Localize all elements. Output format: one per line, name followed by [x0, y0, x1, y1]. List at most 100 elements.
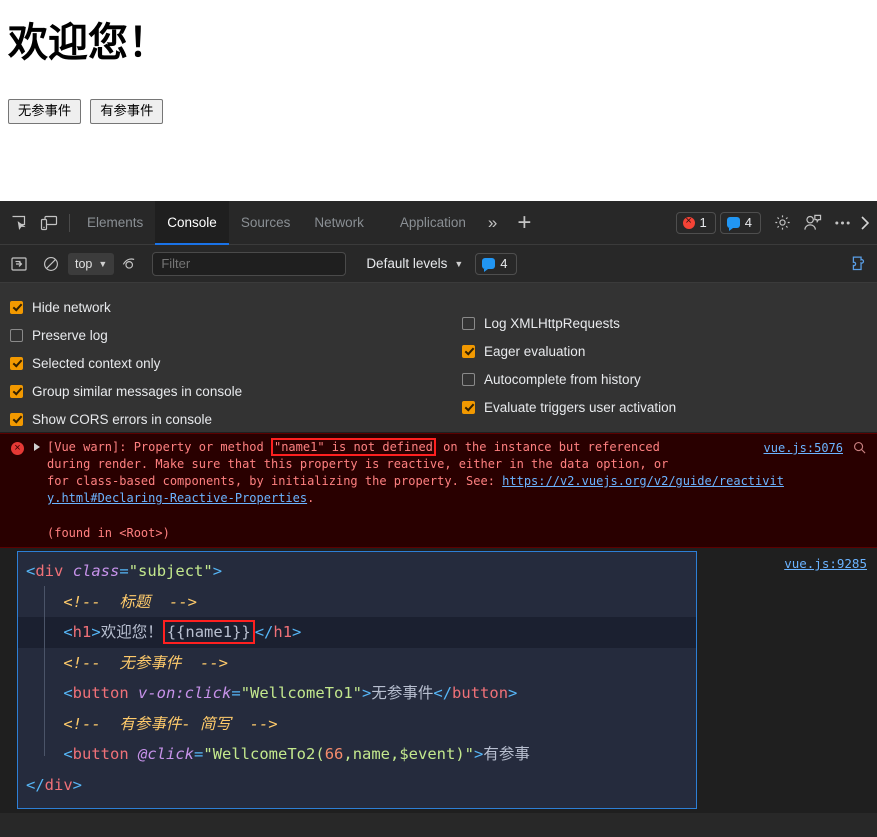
- error-count-badge[interactable]: 1: [675, 211, 716, 234]
- setting-autocomplete-history[interactable]: Autocomplete from history: [462, 365, 877, 393]
- page-title: 欢迎您！: [8, 20, 168, 66]
- live-expression-icon[interactable]: [116, 249, 146, 279]
- checkbox-icon[interactable]: [10, 300, 23, 314]
- devtools-tabstrip: Elements Console Sources Network Applica…: [0, 201, 877, 245]
- info-count-badge[interactable]: 4: [719, 211, 761, 234]
- execution-context-value: top: [75, 256, 93, 271]
- setting-evaluate-user-activation[interactable]: Evaluate triggers user activation: [462, 393, 877, 421]
- console-filter-bar: top ▼ Default levels ▼ 4: [0, 245, 877, 283]
- console-error-entry[interactable]: vue.js:5076 [Vue warn]: Property or meth…: [0, 433, 877, 548]
- tab-application[interactable]: Application: [376, 201, 478, 245]
- setting-log-xhr[interactable]: Log XMLHttpRequests: [462, 309, 877, 337]
- error-line3: for class-based components, by initializ…: [47, 474, 503, 488]
- tab-elements[interactable]: Elements: [75, 201, 155, 245]
- code-line-6: <!-- 有参事件- 简写 -->: [63, 714, 278, 733]
- search-input[interactable]: [152, 251, 347, 276]
- setting-label: Hide network: [32, 299, 111, 315]
- checkbox-icon[interactable]: [462, 316, 475, 330]
- checkbox-icon[interactable]: [10, 412, 23, 426]
- checkbox-icon[interactable]: [462, 400, 475, 414]
- clear-console-icon[interactable]: [36, 249, 66, 279]
- code-line-7: <button @click="WellcomeTo2(66,name,$eve…: [63, 745, 530, 763]
- page-button-row: 无参事件 有参事件: [8, 99, 869, 124]
- log-levels-label: Default levels: [366, 256, 448, 271]
- error-line4-tail: .: [307, 491, 315, 505]
- code-line-2: <!-- 标题 -->: [63, 592, 197, 611]
- error-count-label: 1: [699, 215, 707, 230]
- setting-selected-context-only[interactable]: Selected context only: [10, 349, 450, 377]
- setting-label: Evaluate triggers user activation: [484, 399, 677, 415]
- inspect-element-icon[interactable]: [4, 208, 34, 238]
- chevron-right-icon[interactable]: [857, 208, 873, 238]
- setting-label: Autocomplete from history: [484, 371, 641, 387]
- vue-docs-link-cont[interactable]: y.html#Declaring-Reactive-Properties: [47, 491, 307, 505]
- error-highlight-token: "name1" is not defined: [270, 438, 436, 456]
- checkbox-icon[interactable]: [10, 328, 23, 342]
- code-line-4: <!-- 无参事件 -->: [63, 653, 228, 672]
- execution-context-select[interactable]: top ▼: [68, 252, 115, 275]
- settings-column-right: Log XMLHttpRequests Eager evaluation Aut…: [450, 291, 877, 422]
- info-bubble-icon: [726, 217, 740, 231]
- checkbox-icon[interactable]: [462, 344, 475, 358]
- vue-docs-link[interactable]: https://v2.vuejs.org/v2/guide/reactivit: [502, 474, 784, 488]
- issues-puzzle-icon[interactable]: [843, 249, 873, 279]
- html-code-snippet[interactable]: <div class="subject"> <!-- 标题 --> <h1>欢迎…: [17, 551, 697, 809]
- error-message-body: [Vue warn]: Property or method "name1" i…: [0, 438, 877, 507]
- error-found-in: (found in <Root>): [47, 526, 170, 540]
- levels-info-count: 4: [500, 256, 508, 271]
- error-prefix: [Vue warn]: Property or method: [47, 440, 271, 454]
- error-line2: during render. Make sure that this prope…: [47, 457, 669, 471]
- console-code-entry: vue.js:9285 修改为name1 data当中是没有这个属性的 <div…: [0, 548, 877, 813]
- setting-show-cors-errors[interactable]: Show CORS errors in console: [10, 405, 450, 433]
- setting-label: Eager evaluation: [484, 343, 586, 359]
- more-tabs-chevron-icon[interactable]: »: [478, 213, 507, 233]
- error-source-link[interactable]: vue.js:5076: [764, 440, 843, 457]
- devtools-panel: Elements Console Sources Network Applica…: [0, 201, 877, 837]
- checkbox-icon[interactable]: [10, 384, 23, 398]
- error-after: on the instance but referenced: [435, 440, 660, 454]
- code-line-8: </div>: [26, 775, 83, 794]
- toolbar-divider: [69, 213, 70, 232]
- checkbox-icon[interactable]: [462, 372, 475, 386]
- chevron-down-icon: ▼: [454, 258, 464, 269]
- tab-network[interactable]: Network: [302, 201, 376, 245]
- chevron-down-icon: ▼: [98, 258, 108, 269]
- tab-console[interactable]: Console: [155, 201, 229, 245]
- console-sidebar-icon[interactable]: [4, 249, 34, 279]
- code-source-link[interactable]: vue.js:9285: [784, 556, 867, 571]
- setting-label: Group similar messages in console: [32, 383, 243, 399]
- settings-column-left: Hide network Preserve log Selected conte…: [0, 291, 450, 427]
- setting-preserve-log[interactable]: Preserve log: [10, 321, 450, 349]
- setting-label: Log XMLHttpRequests: [484, 315, 620, 331]
- setting-hide-network[interactable]: Hide network: [10, 293, 450, 321]
- setting-eager-evaluation[interactable]: Eager evaluation: [462, 337, 877, 365]
- magnifier-icon[interactable]: [853, 441, 866, 454]
- code-line-3: <h1>欢迎您！ {{name1}} </h1>: [18, 617, 696, 648]
- browser-viewport: 欢迎您！ 无参事件 有参事件: [0, 21, 877, 201]
- no-arg-event-button[interactable]: 无参事件: [8, 99, 82, 124]
- console-settings-pane: Hide network Preserve log Selected conte…: [0, 283, 877, 433]
- device-toolbar-icon[interactable]: [34, 208, 64, 238]
- checkbox-icon[interactable]: [10, 356, 23, 370]
- tab-sources[interactable]: Sources: [229, 201, 303, 245]
- info-count-label: 4: [744, 215, 752, 230]
- code-line-1: <div class="subject">: [26, 562, 223, 580]
- levels-info-badge[interactable]: 4: [475, 252, 517, 275]
- setting-label: Selected context only: [32, 355, 161, 371]
- indent-guide: [44, 586, 45, 756]
- setting-group-similar-messages[interactable]: Group similar messages in console: [10, 377, 450, 405]
- code-line-9: ody>: [18, 800, 696, 808]
- error-circle-icon: [11, 442, 24, 455]
- error-circle-icon: [682, 214, 695, 229]
- plus-icon[interactable]: +: [507, 210, 541, 235]
- code-line-5: <button v-on:click="WellcomeTo1">无参事件</b…: [63, 684, 518, 702]
- setting-label: Show CORS errors in console: [32, 411, 213, 427]
- setting-label: Preserve log: [32, 327, 108, 343]
- log-levels-dropdown[interactable]: Default levels ▼: [366, 256, 463, 271]
- user-feedback-icon[interactable]: [797, 208, 827, 238]
- expand-triangle-icon[interactable]: [34, 443, 40, 451]
- gear-icon[interactable]: [767, 208, 797, 238]
- with-arg-event-button[interactable]: 有参事件: [90, 99, 164, 124]
- three-dots-icon[interactable]: [827, 208, 857, 238]
- info-bubble-icon: [482, 258, 496, 272]
